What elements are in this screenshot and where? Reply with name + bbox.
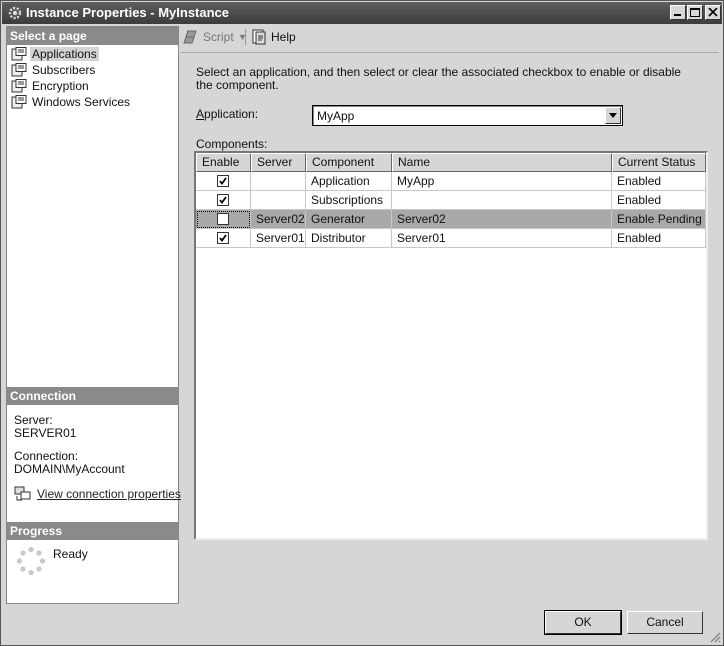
ok-button[interactable]: OK bbox=[545, 611, 621, 634]
enable-cell[interactable] bbox=[196, 191, 251, 210]
properties-page-icon bbox=[11, 47, 27, 61]
progress-status: Ready bbox=[53, 547, 88, 561]
minimize-button[interactable] bbox=[670, 5, 686, 20]
close-icon bbox=[708, 8, 718, 17]
properties-page-icon bbox=[11, 63, 27, 77]
enable-cell[interactable] bbox=[196, 229, 251, 248]
component-cell: Application bbox=[306, 172, 392, 191]
select-page-header: Select a page bbox=[7, 27, 178, 45]
help-label: Help bbox=[271, 30, 296, 44]
page-item-label: Encryption bbox=[32, 79, 89, 93]
connection-value: DOMAIN\MyAccount bbox=[14, 462, 125, 476]
enable-cell[interactable] bbox=[196, 210, 251, 229]
spinner-icon bbox=[16, 546, 46, 576]
resize-grip-icon[interactable] bbox=[709, 631, 721, 643]
grid-header: Enable Server Component Name Current Sta… bbox=[196, 153, 706, 172]
component-cell: Subscriptions bbox=[306, 191, 392, 210]
enable-checkbox[interactable] bbox=[217, 232, 229, 244]
progress-header: Progress bbox=[7, 522, 178, 540]
connection-header: Connection bbox=[7, 387, 178, 405]
page-item-subscribers[interactable]: Subscribers bbox=[7, 62, 178, 78]
column-header-name[interactable]: Name bbox=[392, 153, 612, 172]
status-cell: Enabled bbox=[612, 229, 706, 248]
properties-page-icon bbox=[11, 79, 27, 93]
application-select-value: MyApp bbox=[317, 109, 355, 123]
page-item-label: Windows Services bbox=[32, 95, 131, 109]
column-header-enable[interactable]: Enable bbox=[196, 153, 251, 172]
checkmark-icon bbox=[219, 196, 227, 204]
page-item-windows-services[interactable]: Windows Services bbox=[7, 94, 178, 110]
maximize-button[interactable] bbox=[687, 5, 703, 20]
table-row[interactable]: Subscriptions Enabled bbox=[196, 191, 706, 210]
column-header-current-status[interactable]: Current Status bbox=[612, 153, 706, 172]
enable-cell[interactable] bbox=[196, 172, 251, 191]
table-row[interactable]: Application MyApp Enabled bbox=[196, 172, 706, 191]
application-label: Application: bbox=[196, 107, 259, 121]
cancel-button[interactable]: Cancel bbox=[627, 611, 703, 634]
help-icon bbox=[252, 29, 266, 45]
page-item-label: Subscribers bbox=[32, 63, 96, 77]
name-cell: Server02 bbox=[392, 210, 612, 229]
properties-page-icon bbox=[11, 95, 27, 109]
application-dropdown-button[interactable] bbox=[605, 107, 621, 124]
window-title: Instance Properties - MyInstance bbox=[26, 5, 230, 20]
name-cell: MyApp bbox=[392, 172, 612, 191]
component-cell: Generator bbox=[306, 210, 392, 229]
toolbar-separator bbox=[245, 29, 246, 45]
dialog-buttons: OK Cancel bbox=[181, 603, 721, 643]
page-item-encryption[interactable]: Encryption bbox=[7, 78, 178, 94]
table-row[interactable]: Server02 Generator Server02 Enable Pendi… bbox=[196, 210, 706, 229]
enable-checkbox[interactable] bbox=[217, 175, 229, 187]
connection-info: Server: SERVER01 Connection: DOMAIN\MyAc… bbox=[14, 414, 125, 476]
left-pane: Select a page Applications Subscribers E… bbox=[6, 26, 181, 604]
instance-properties-dialog: Instance Properties - MyInstance Select … bbox=[0, 0, 724, 646]
page-item-applications[interactable]: Applications bbox=[7, 46, 178, 62]
script-label: Script bbox=[203, 30, 234, 44]
gear-icon bbox=[8, 6, 22, 20]
status-cell: Enabled bbox=[612, 191, 706, 210]
script-icon bbox=[183, 30, 197, 44]
checkmark-icon bbox=[219, 177, 227, 185]
checkmark-icon bbox=[219, 234, 227, 242]
chevron-down-icon bbox=[609, 113, 617, 118]
page-description: Select an application, and then select o… bbox=[196, 65, 681, 92]
component-cell: Distributor bbox=[306, 229, 392, 248]
application-select[interactable]: MyApp bbox=[312, 105, 623, 126]
applications-page: Select an application, and then select o… bbox=[181, 52, 719, 603]
enable-checkbox[interactable] bbox=[217, 213, 229, 225]
minimize-icon bbox=[674, 14, 681, 16]
server-cell: Server02 bbox=[251, 210, 306, 229]
server-value: SERVER01 bbox=[14, 426, 77, 440]
name-cell: Server01 bbox=[392, 229, 612, 248]
column-header-component[interactable]: Component bbox=[306, 153, 392, 172]
server-cell bbox=[251, 191, 306, 210]
components-label: Components: bbox=[196, 137, 268, 151]
table-row[interactable]: Server01 Distributor Server01 Enabled bbox=[196, 229, 706, 248]
components-grid[interactable]: Enable Server Component Name Current Sta… bbox=[194, 151, 708, 540]
page-list: Applications Subscribers Encryption Wind… bbox=[7, 46, 178, 110]
server-cell bbox=[251, 172, 306, 191]
title-bar[interactable]: Instance Properties - MyInstance bbox=[2, 2, 722, 24]
close-button[interactable] bbox=[705, 5, 721, 20]
view-connection-properties-label[interactable]: View connection properties bbox=[37, 487, 181, 501]
name-cell bbox=[392, 191, 612, 210]
maximize-icon bbox=[690, 8, 700, 17]
server-cell: Server01 bbox=[251, 229, 306, 248]
page-item-label: Applications bbox=[30, 47, 99, 61]
connection-properties-icon bbox=[14, 486, 31, 501]
enable-checkbox[interactable] bbox=[217, 194, 229, 206]
toolbar: Script ▼ Help bbox=[181, 26, 721, 48]
application-label-text: pplication: bbox=[204, 107, 259, 121]
status-cell: Enabled bbox=[612, 172, 706, 191]
column-header-server[interactable]: Server bbox=[251, 153, 306, 172]
status-cell: Enable Pending bbox=[612, 210, 706, 229]
